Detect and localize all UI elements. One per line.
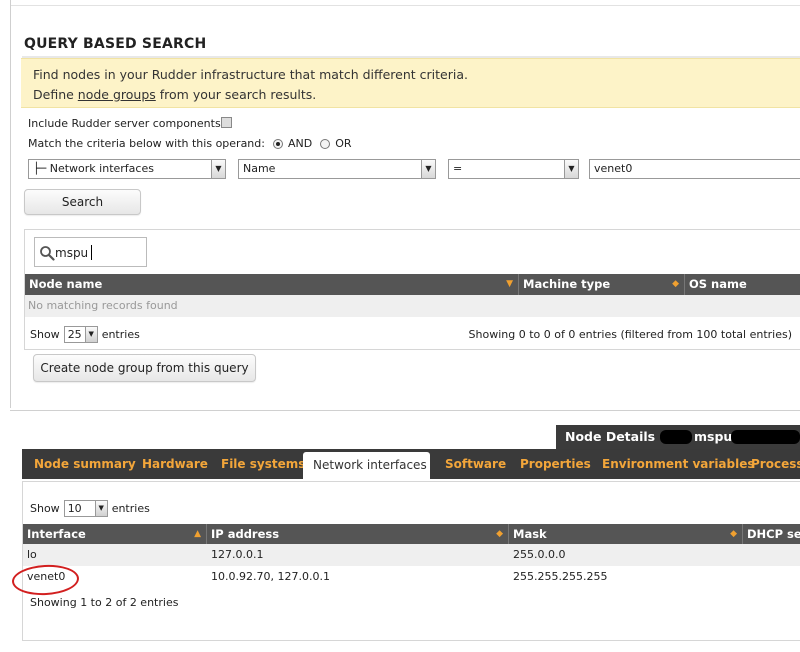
interfaces-info: Showing 1 to 2 of 2 entries <box>30 596 179 609</box>
info-box: Find nodes in your Rudder infrastructure… <box>21 58 800 108</box>
chevron-down-icon: ▼ <box>94 501 107 516</box>
include-server-checkbox[interactable] <box>221 117 232 128</box>
filter-value: mspu <box>55 246 89 260</box>
panel-separator <box>10 410 800 411</box>
search-button[interactable]: Search <box>24 189 141 215</box>
results-empty-row: No matching records found <box>25 295 800 317</box>
node-details-panel: Node Details - mspu Node summary Hardwar… <box>0 410 800 652</box>
cell-interface: venet0 <box>27 570 66 583</box>
results-page-length: Show 25 ▼ entries <box>30 326 140 343</box>
results-length-select[interactable]: 25 ▼ <box>63 326 98 343</box>
tab-hardware[interactable]: Hardware <box>132 449 218 479</box>
tab-node-summary[interactable]: Node summary <box>24 449 146 479</box>
column-machine-type-label: Machine type <box>523 277 611 291</box>
search-results-box: mspu Node name ▼ Machine type ◆ OS name … <box>24 229 800 350</box>
operand-or-radio[interactable] <box>320 138 331 149</box>
chevron-down-icon: ▼ <box>564 160 578 178</box>
tab-software[interactable]: Software <box>435 449 516 479</box>
cell-mask: 255.255.255.255 <box>513 570 608 583</box>
create-node-group-button[interactable]: Create node group from this query <box>33 354 256 382</box>
column-interface-label: Interface <box>27 527 86 541</box>
table-row[interactable]: lo 127.0.0.1 255.0.0.0 <box>23 544 800 566</box>
interfaces-length-value: 10 <box>67 502 82 515</box>
show-label: Show <box>30 502 60 515</box>
criteria-comparator-value: = <box>453 162 463 175</box>
redaction-mark <box>660 430 692 444</box>
criteria-attribute-value: Name <box>243 162 276 175</box>
tab-file-systems[interactable]: File systems <box>211 449 315 479</box>
chevron-down-icon: ▼ <box>84 327 97 342</box>
sort-icon: ◆ <box>672 279 679 289</box>
operand-and-label: AND <box>287 137 313 150</box>
operand-or-label: OR <box>335 137 352 150</box>
search-icon <box>40 246 55 261</box>
results-filter-input[interactable]: mspu <box>34 237 147 267</box>
tab-environment-variables[interactable]: Environment variables <box>592 449 765 479</box>
sort-icon: ◆ <box>730 529 737 539</box>
column-mask[interactable]: Mask ◆ <box>509 524 743 545</box>
operand-and-radio[interactable] <box>272 138 283 149</box>
table-row[interactable]: venet0 10.0.92.70, 127.0.0.1 255.255.255… <box>23 566 800 588</box>
cell-mask: 255.0.0.0 <box>513 548 566 561</box>
interfaces-table-header: Interface ▲ IP address ◆ Mask ◆ DHCP ser… <box>23 524 800 545</box>
node-name: mspu <box>694 429 733 444</box>
sort-icon: ◆ <box>496 529 503 539</box>
entries-label: entries <box>101 328 140 341</box>
column-mask-label: Mask <box>513 527 547 541</box>
criteria-object-select[interactable]: ├─ Network interfaces ▼ <box>28 159 226 179</box>
query-search-panel: QUERY BASED SEARCH Find nodes in your Ru… <box>10 0 800 408</box>
info-text-line2: Define node groups from your search resu… <box>33 87 316 102</box>
include-server-label: Include Rudder server components: <box>28 117 225 130</box>
column-ip-address[interactable]: IP address ◆ <box>207 524 509 545</box>
results-info: Showing 0 to 0 of 0 entries (filtered fr… <box>468 328 792 341</box>
column-os-name[interactable]: OS name <box>685 274 800 295</box>
column-node-name-label: Node name <box>29 277 103 291</box>
results-table-header: Node name ▼ Machine type ◆ OS name <box>25 274 800 295</box>
tab-processes[interactable]: Processes <box>741 449 800 479</box>
redaction-mark <box>731 430 800 444</box>
criteria-comparator-select[interactable]: = ▼ <box>448 159 579 179</box>
node-details-title-label: Node Details - <box>565 429 665 444</box>
cell-ip-address: 10.0.92.70, 127.0.0.1 <box>211 570 330 583</box>
info-prefix: Define <box>33 87 78 102</box>
page-title: QUERY BASED SEARCH <box>24 36 207 52</box>
operand-row: Match the criteria below with this opera… <box>28 137 352 150</box>
chevron-down-icon: ▼ <box>211 160 225 178</box>
info-text-line1: Find nodes in your Rudder infrastructure… <box>33 67 468 82</box>
cell-ip-address: 127.0.0.1 <box>211 548 264 561</box>
window-top-border <box>11 0 800 6</box>
column-interface[interactable]: Interface ▲ <box>23 524 207 545</box>
sort-desc-icon: ▼ <box>506 279 513 289</box>
node-groups-link[interactable]: node groups <box>78 87 156 102</box>
cell-interface: lo <box>27 548 37 561</box>
column-ip-address-label: IP address <box>211 527 280 541</box>
criteria-value-input[interactable]: venet0 <box>589 159 800 179</box>
criteria-object-value: ├─ Network interfaces <box>33 162 154 175</box>
column-dhcp-server[interactable]: DHCP serv <box>743 524 800 545</box>
node-details-tabs: Node summary Hardware File systems Netwo… <box>22 449 800 481</box>
results-length-value: 25 <box>67 328 82 341</box>
info-suffix: from your search results. <box>155 87 317 102</box>
interfaces-page-length: Show 10 ▼ entries <box>30 500 150 517</box>
text-cursor <box>91 245 92 260</box>
column-machine-type[interactable]: Machine type ◆ <box>519 274 685 295</box>
entries-label: entries <box>111 502 150 515</box>
tab-properties[interactable]: Properties <box>510 449 601 479</box>
column-node-name[interactable]: Node name ▼ <box>25 274 519 295</box>
operand-label: Match the criteria below with this opera… <box>28 137 265 150</box>
column-os-name-label: OS name <box>689 277 747 291</box>
criteria-attribute-select[interactable]: Name ▼ <box>238 159 436 179</box>
sort-asc-icon: ▲ <box>194 529 201 539</box>
chevron-down-icon: ▼ <box>421 160 435 178</box>
interfaces-length-select[interactable]: 10 ▼ <box>63 500 108 517</box>
tab-network-interfaces[interactable]: Network interfaces <box>303 452 430 481</box>
show-label: Show <box>30 328 60 341</box>
node-details-title: Node Details - mspu <box>556 425 800 449</box>
column-dhcp-server-label: DHCP serv <box>747 527 800 541</box>
network-interfaces-content: Show 10 ▼ entries Interface ▲ IP address… <box>22 481 800 641</box>
